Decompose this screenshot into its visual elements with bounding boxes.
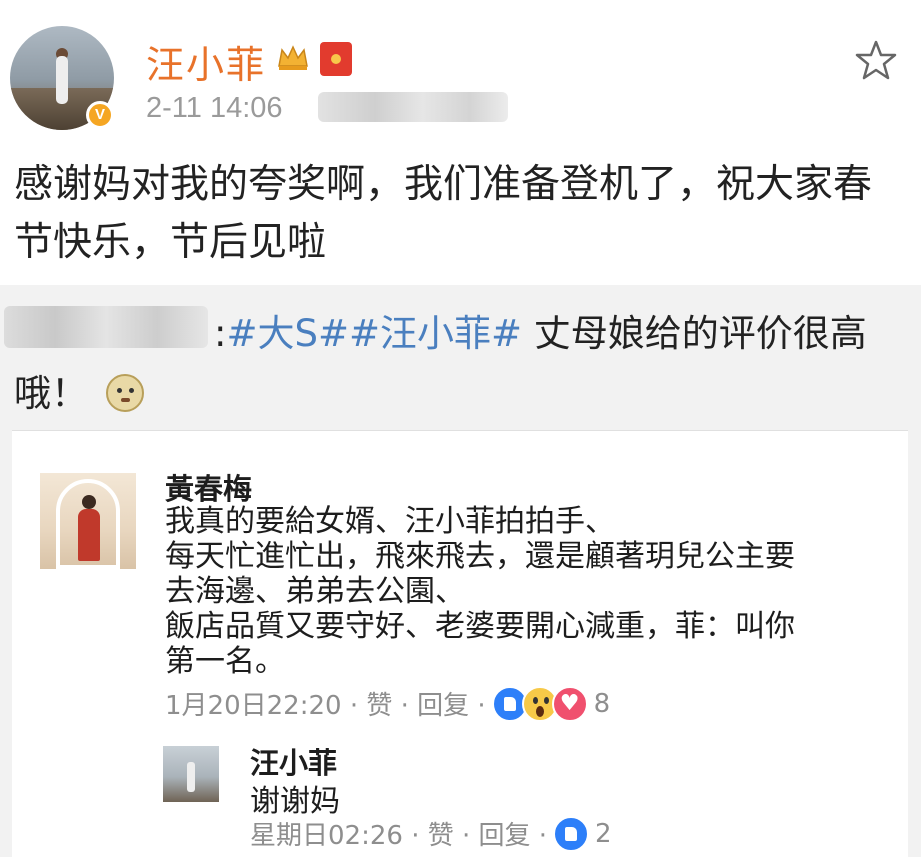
reply-avatar xyxy=(163,746,219,802)
commenter-name: 黃春梅 xyxy=(165,472,253,506)
red-packet-icon xyxy=(320,42,352,76)
reply-reaction-count: 2 xyxy=(595,818,612,849)
like-icon xyxy=(553,815,590,852)
blurred-source xyxy=(318,92,508,122)
reply-meta-time: 星期日02:26 · 赞 · 回复 · xyxy=(250,821,548,851)
star-icon[interactable] xyxy=(854,38,898,82)
doge-emoji-icon xyxy=(106,374,144,412)
comment-line: 我真的要給女婿、汪小菲拍拍手、 xyxy=(165,504,615,539)
topic-link-wang-xiaofei[interactable]: #汪小菲# xyxy=(349,312,522,355)
comment-line: 飯店品質又要守好、老婆要開心減重，菲：叫你 xyxy=(165,609,795,644)
comment-meta: 1月20日22:20 · 赞 · 回复 · 8 xyxy=(165,685,610,722)
love-icon xyxy=(551,685,588,722)
reply-meta: 星期日02:26 · 赞 · 回复 · 2 xyxy=(250,815,612,852)
commenter-avatar xyxy=(40,473,136,569)
reaction-count: 8 xyxy=(593,688,611,719)
repost-separator: : xyxy=(214,312,227,355)
post-text: 感谢妈对我的夸奖啊，我们准备登机了，祝大家春节快乐，节后见啦 xyxy=(14,162,873,265)
username[interactable]: 汪小菲 xyxy=(146,34,266,89)
verified-badge-icon: V xyxy=(86,101,114,129)
comment-line: 去海邊、弟弟去公園、 xyxy=(165,574,465,609)
comment-meta-time: 1月20日22:20 · 赞 · 回复 · xyxy=(165,691,486,721)
repost-text: :#大S##汪小菲# 丈母娘给的评价很高哦！ xyxy=(14,304,904,424)
post-timestamp: 2-11 14:06 xyxy=(146,92,283,124)
crown-icon xyxy=(278,45,308,70)
comment-body: 我真的要給女婿、汪小菲拍拍手、 每天忙進忙出，飛來飛去，還是顧著玥兒公主要 去海… xyxy=(165,504,885,679)
reply-text: 谢谢妈 xyxy=(250,784,340,819)
comment-line: 第一名。 xyxy=(165,644,285,679)
topic-link-da-s[interactable]: #大S# xyxy=(226,312,349,355)
comment-line: 每天忙進忙出，飛來飛去，還是顧著玥兒公主要 xyxy=(165,539,795,574)
